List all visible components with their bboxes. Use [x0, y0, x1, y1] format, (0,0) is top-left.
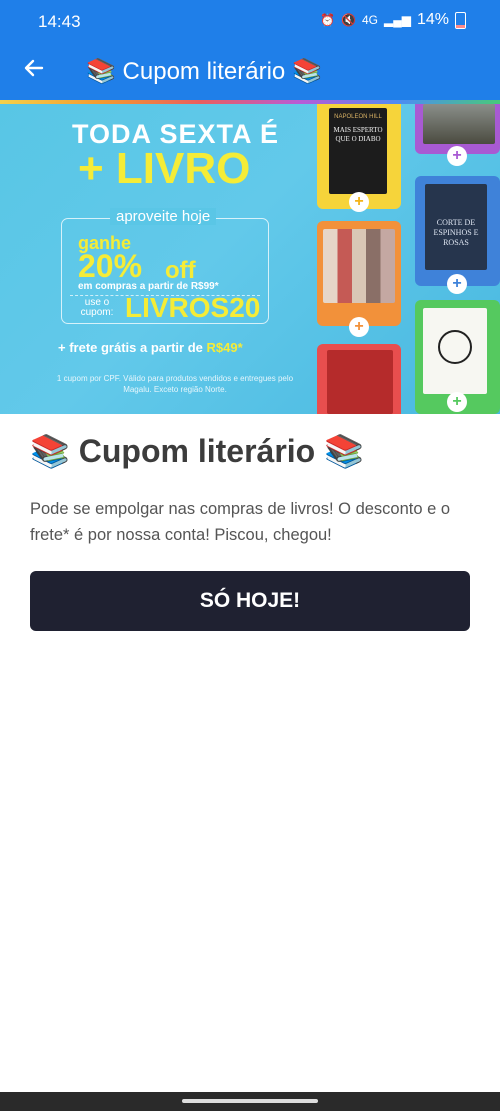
book-cover-red: [327, 350, 393, 414]
status-bar: 14:43 ⏰ 🔇 4G ▂▄▆ 14%: [0, 0, 500, 44]
battery-icon: [455, 11, 466, 29]
promo-banner[interactable]: TODA SEXTA É + LIVRO aproveite hoje ganh…: [0, 104, 500, 414]
coupon-use-label: use o cupom:: [80, 297, 114, 318]
system-nav-bar: [0, 1092, 500, 1111]
book1-title: MAIS ESPERTO QUE O DIABO: [333, 126, 383, 143]
banner-headline-big: + LIVRO: [78, 144, 251, 193]
mute-icon: 🔇: [341, 13, 356, 27]
book-cover-house: [423, 104, 495, 144]
page-title: 📚 Cupom literário 📚: [86, 58, 322, 85]
signal-icon: ▂▄▆: [384, 13, 411, 27]
status-time: 14:43: [38, 12, 81, 31]
content-heading: 📚 Cupom literário 📚: [30, 433, 364, 469]
alarm-icon: ⏰: [320, 13, 336, 27]
content-description: Pode se empolgar nas compras de livros! …: [30, 500, 451, 544]
coupon-code: LIVROS20: [125, 292, 261, 323]
book-tile-blue: CORTE DE ESPINHOS E ROSAS +: [415, 176, 500, 294]
book1-author: NAPOLEON HILL: [334, 114, 382, 120]
book3-title: CORTE DE ESPINHOS E ROSAS: [433, 218, 479, 247]
add-icon[interactable]: +: [447, 274, 467, 294]
book-cover-esperto: NAPOLEON HILL MAIS ESPERTO QUE O DIABO: [329, 108, 387, 194]
book-tile-green: +: [415, 300, 500, 414]
free-shipping-value: R$49*: [206, 340, 243, 355]
add-icon[interactable]: +: [447, 146, 467, 166]
book-cover-corte: CORTE DE ESPINHOS E ROSAS: [425, 184, 487, 270]
add-icon[interactable]: +: [349, 192, 369, 212]
so-hoje-button[interactable]: SÓ HOJE!: [30, 571, 470, 631]
book-cover-box-set: [323, 229, 395, 303]
book-tile-purple: +: [415, 104, 500, 166]
free-shipping-mid: a partir de: [136, 340, 207, 355]
app-bar: 📚 Cupom literário 📚: [0, 44, 500, 102]
book-tile-yellow: NAPOLEON HILL MAIS ESPERTO QUE O DIABO +: [317, 104, 401, 212]
battery-percent: 14%: [416, 11, 449, 28]
book-cover-scribble: [438, 330, 472, 364]
network-type-icon: 4G: [361, 13, 378, 27]
add-icon[interactable]: +: [349, 317, 369, 337]
free-shipping-prefix: + frete grátis: [58, 340, 137, 355]
coupon-tab-label: aproveite hoje: [110, 208, 217, 225]
banner-disclaimer: 1 cupom por CPF. Válido para produtos ve…: [56, 374, 294, 394]
book-tile-orange: +: [317, 221, 401, 337]
top-bar: 14:43 ⏰ 🔇 4G ▂▄▆ 14% 📚 Cupom literário 📚: [0, 0, 500, 102]
home-indicator[interactable]: [182, 1099, 318, 1103]
book-tile-red: [317, 344, 401, 414]
coupon-box: aproveite hoje ganhe 20% off em compras …: [61, 208, 269, 324]
coupon-percent: 20%: [78, 248, 143, 284]
free-shipping-line: + frete grátis a partir de R$49*: [58, 340, 243, 355]
coupon-min-purchase: em compras a partir de R$99*: [78, 281, 219, 292]
status-icons: ⏰ 🔇 4G ▂▄▆ 14%: [320, 11, 466, 29]
book-cover-white: [423, 308, 487, 394]
add-icon[interactable]: +: [447, 392, 467, 412]
back-arrow-icon[interactable]: [22, 56, 46, 84]
